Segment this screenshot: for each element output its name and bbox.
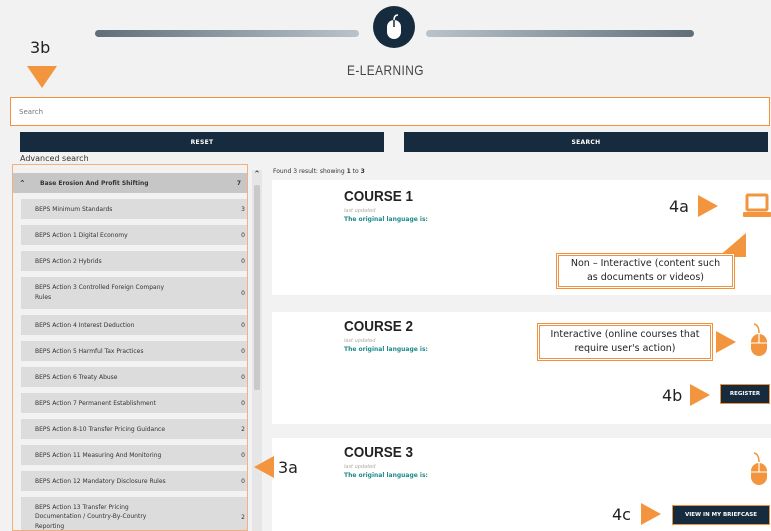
header-bar-right (426, 30, 694, 37)
sidebar-item-label: BEPS Action 2 Hybrids (35, 257, 102, 265)
original-language: The original language is: (344, 472, 428, 479)
sidebar-item-label: BEPS Action 11 Measuring And Monitoring (35, 451, 162, 459)
advanced-search-link[interactable]: Advanced search (20, 154, 89, 163)
sidebar-item-count: 0 (241, 257, 245, 265)
sidebar-item-label: BEPS Action 4 Interest Deduction (35, 321, 135, 329)
sidebar-item-label-cont: Rules (35, 294, 52, 301)
sidebar-item-count: 2 (241, 513, 245, 521)
sidebar-scroll-thumb[interactable] (254, 185, 260, 390)
results-summary: Found 3 result: showing 1 to 3 (273, 168, 365, 175)
sidebar-item[interactable]: BEPS Action 2 Hybrids 0 (21, 251, 247, 271)
annotation-4a: 4a (669, 197, 689, 216)
sidebar-item-label-cont: Documentation / Country-By-Country (35, 513, 147, 521)
course-title[interactable]: COURSE 1 (344, 188, 413, 205)
sidebar-item-label: BEPS Action 1 Digital Economy (35, 231, 128, 239)
chevron-up-icon[interactable]: ⌃ (19, 179, 26, 188)
callout-line: Interactive (online courses that (550, 329, 700, 341)
sidebar-item-count: 0 (241, 451, 245, 459)
sidebar-category-beps[interactable]: ⌃ Base Erosion And Profit Shifting 7 (13, 173, 247, 193)
arrow-right-icon (641, 503, 661, 525)
sidebar-item[interactable]: BEPS Action 6 Treaty Abuse 0 (21, 367, 247, 387)
sidebar-item-count: 0 (241, 347, 245, 355)
sidebar-item-count: 7 (236, 179, 241, 187)
sidebar-item-count: 3 (241, 205, 245, 213)
arrow-right-icon (698, 195, 718, 217)
callout-non-interactive: Non – Interactive (content such as docum… (556, 253, 735, 289)
sidebar-item[interactable]: BEPS Action 8-10 Transfer Pricing Guidan… (21, 419, 247, 439)
sidebar-item[interactable]: BEPS Action 11 Measuring And Monitoring … (21, 445, 247, 465)
sidebar-item-count: 0 (241, 231, 245, 239)
page-title: E-LEARNING (346, 62, 424, 78)
sidebar-item[interactable]: BEPS Action 5 Harmful Tax Practices 0 (21, 341, 247, 361)
last-updated: last updated (344, 208, 376, 214)
last-updated: last updated (344, 464, 376, 470)
course-title[interactable]: COURSE 3 (344, 444, 413, 461)
sidebar-item[interactable]: BEPS Action 3 Controlled Foreign Company… (21, 277, 247, 309)
search-input[interactable] (11, 98, 769, 125)
sidebar-item[interactable]: BEPS Action 13 Transfer Pricing Document… (21, 497, 247, 530)
results-to: 3 (360, 168, 365, 175)
sidebar-item[interactable]: BEPS Action 7 Permanent Establishment 0 (21, 393, 247, 413)
annotation-3a: 3a (278, 458, 298, 477)
sidebar-item-count: 2 (241, 425, 245, 433)
sidebar-item-label: BEPS Minimum Standards (35, 205, 113, 213)
sidebar-item[interactable]: BEPS Action 12 Mandatory Disclosure Rule… (21, 471, 247, 491)
sidebar-item[interactable]: BEPS Action 1 Digital Economy 0 (21, 225, 247, 245)
sidebar-item-label: Base Erosion And Profit Shifting (40, 179, 149, 187)
sidebar-item-label: BEPS Action 5 Harmful Tax Practices (35, 347, 144, 355)
sidebar-item-label: BEPS Action 12 Mandatory Disclosure Rule… (35, 477, 166, 485)
sidebar-item-count: 0 (241, 321, 245, 329)
category-sidebar: ⌃ Base Erosion And Profit Shifting 7 BEP… (12, 164, 248, 531)
sidebar-item-count: 0 (241, 373, 245, 381)
search-button[interactable]: SEARCH (404, 132, 768, 152)
last-updated: last updated (344, 338, 376, 344)
register-button[interactable]: REGISTER (720, 384, 770, 404)
callout-line: require user's action) (574, 343, 676, 354)
sidebar-item-label-cont: Reporting (35, 522, 65, 530)
annotation-4c: 4c (612, 505, 631, 524)
arrow-left-icon (254, 456, 274, 478)
results-summary-text: Found 3 result: showing (273, 168, 347, 175)
sidebar-item-label: BEPS Action 8-10 Transfer Pricing Guidan… (35, 425, 166, 433)
sidebar-item-count: 0 (241, 289, 245, 297)
course-title[interactable]: COURSE 2 (344, 318, 413, 335)
annotation-4b: 4b (662, 386, 683, 405)
arrow-right-icon (690, 384, 710, 406)
arrow-down-icon (27, 66, 57, 88)
original-language: The original language is: (344, 216, 428, 223)
laptop-icon (743, 193, 771, 217)
sidebar-item[interactable]: BEPS Minimum Standards 3 (21, 199, 247, 219)
callout-line: as documents or videos) (586, 272, 705, 283)
sidebar-item-label: BEPS Action 7 Permanent Establishment (35, 399, 156, 407)
search-box (10, 97, 770, 126)
annotation-3b: 3b (30, 38, 51, 57)
mouse-logo-icon (373, 6, 415, 48)
header-bar-left (95, 30, 359, 37)
sidebar-item-label: BEPS Action 6 Treaty Abuse (35, 373, 118, 381)
mouse-icon (751, 452, 767, 485)
arrow-right-icon (716, 331, 736, 353)
callout-line: Non – Interactive (content such (570, 258, 721, 270)
sidebar-item-label: BEPS Action 3 Controlled Foreign Company (35, 284, 165, 292)
mouse-icon (751, 323, 767, 356)
view-in-briefcase-button[interactable]: VIEW IN MY BRIEFCASE (672, 505, 770, 525)
sidebar-item-count: 0 (241, 399, 245, 407)
sidebar-item-label: BEPS Action 13 Transfer Pricing (35, 503, 129, 511)
results-to-word: to (350, 168, 361, 175)
original-language: The original language is: (344, 346, 428, 353)
reset-button[interactable]: RESET (20, 132, 384, 152)
callout-interactive: Interactive (online courses that require… (537, 323, 713, 361)
sidebar-item-count: 0 (241, 477, 245, 485)
scroll-up-icon[interactable]: ⌃ (252, 170, 262, 180)
sidebar-item[interactable]: BEPS Action 4 Interest Deduction 0 (21, 315, 247, 335)
